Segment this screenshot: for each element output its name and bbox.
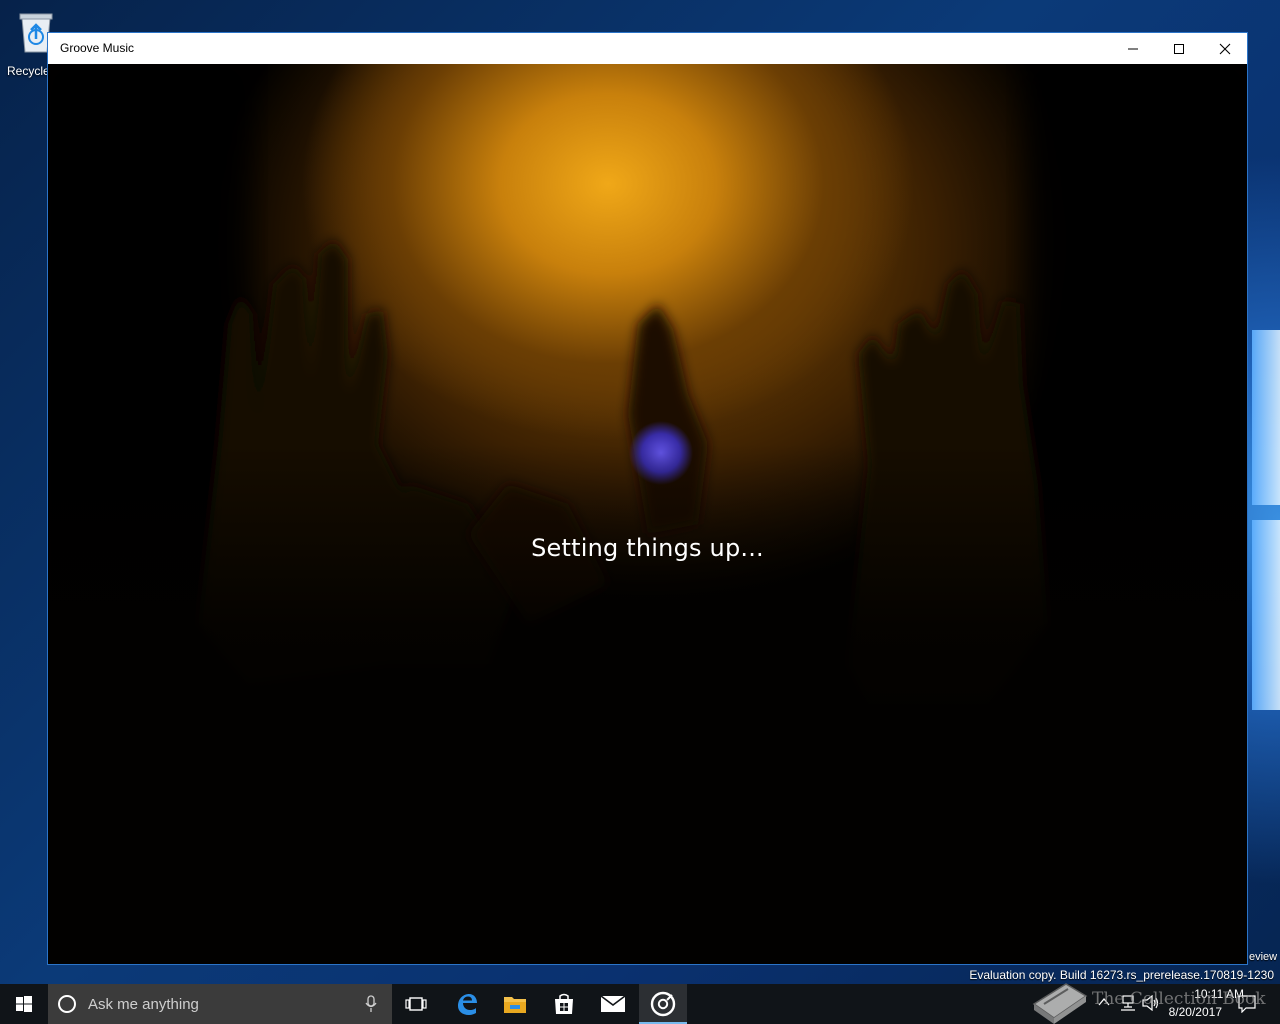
build-watermark: Evaluation copy. Build 16273.rs_prerelea… (969, 968, 1274, 982)
folder-icon (504, 997, 526, 1013)
minimize-button[interactable] (1110, 33, 1156, 64)
search-placeholder: Ask me anything (88, 996, 199, 1013)
bottom-shadow (48, 444, 1247, 964)
cortana-search-box[interactable]: Ask me anything (48, 984, 392, 1024)
taskbar-mail[interactable] (589, 984, 637, 1024)
microphone-icon[interactable] (365, 995, 377, 1013)
windows-start-icon (16, 996, 32, 1012)
store-icon (555, 993, 573, 1014)
window-titlebar[interactable]: Groove Music (48, 33, 1247, 64)
minimize-icon (1128, 48, 1138, 49)
splash-screen: Setting things up... (48, 64, 1247, 964)
cortana-icon (58, 995, 76, 1013)
desktop-icon-label: Recycle (7, 64, 50, 78)
taskbar-store[interactable] (540, 984, 588, 1024)
taskbar-groove-music[interactable] (639, 984, 687, 1024)
taskbar-file-explorer[interactable] (491, 984, 539, 1024)
groove-music-window: Groove Music Setting things up... (47, 32, 1248, 965)
window-title: Groove Music (60, 41, 135, 55)
close-icon (1219, 43, 1231, 54)
watermark-overlay-text: The Collection Book (1092, 989, 1266, 1009)
maximize-button[interactable] (1156, 33, 1202, 64)
edge-icon (458, 994, 477, 1015)
book-logo-icon (1032, 983, 1088, 1024)
maximize-icon (1174, 43, 1184, 54)
mail-icon (600, 995, 626, 1012)
task-view-icon (405, 997, 427, 1011)
taskbar-edge[interactable] (443, 984, 491, 1024)
close-button[interactable] (1202, 33, 1248, 64)
groove-music-icon (650, 991, 676, 1017)
windows-logo-pane (1252, 520, 1280, 710)
windows-logo-pane (1252, 330, 1280, 505)
insider-preview-watermark: eview (1249, 951, 1278, 963)
setup-status-text: Setting things up... (531, 534, 764, 562)
task-view-button[interactable] (392, 984, 440, 1024)
start-button[interactable] (0, 984, 48, 1024)
